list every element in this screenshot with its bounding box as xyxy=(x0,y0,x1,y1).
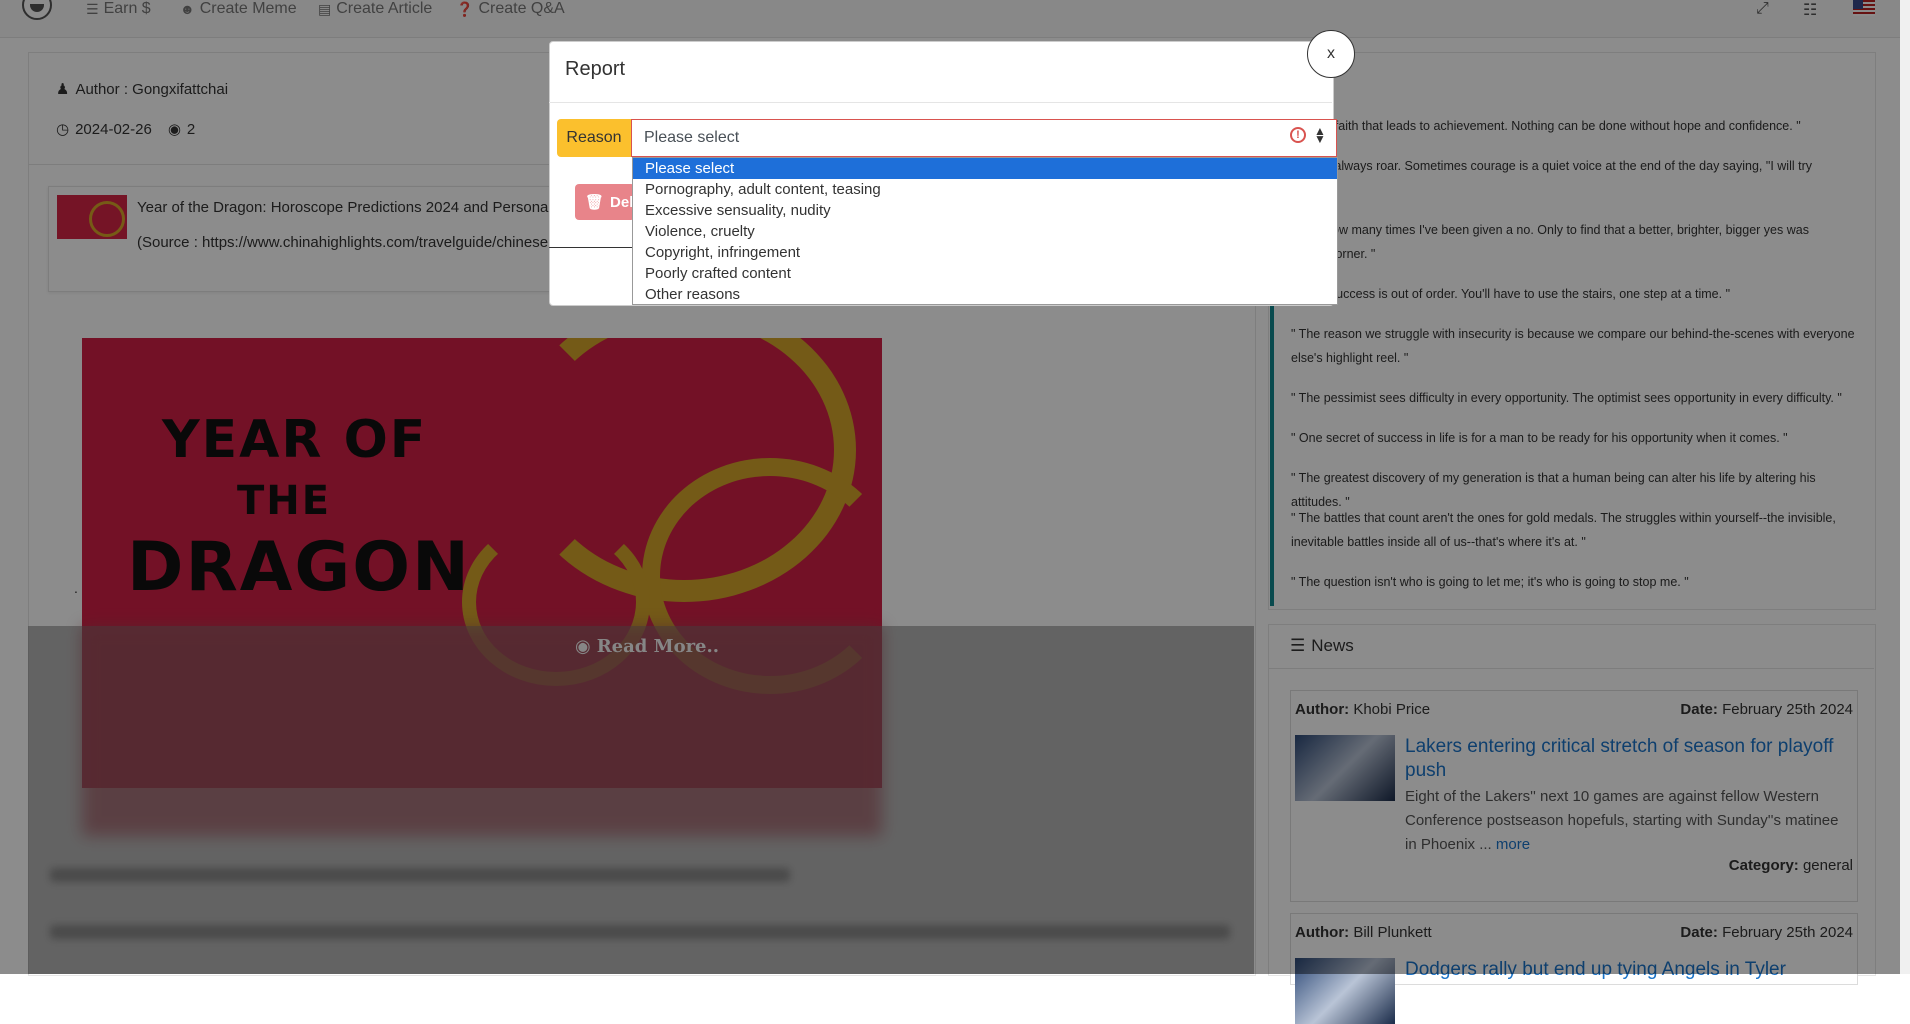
option-other[interactable]: Other reasons xyxy=(633,284,1337,305)
reason-dropdown-list: Please select Pornography, adult content… xyxy=(632,157,1338,305)
option-sensuality[interactable]: Excessive sensuality, nudity xyxy=(633,200,1337,221)
page-scrollbar[interactable] xyxy=(1900,0,1910,974)
delete-label: Del xyxy=(610,193,634,211)
validation-error-icon: ! xyxy=(1290,127,1306,143)
option-copyright[interactable]: Copyright, infringement xyxy=(633,242,1337,263)
option-poorly-crafted[interactable]: Poorly crafted content xyxy=(633,263,1337,284)
option-please-select[interactable]: Please select xyxy=(633,158,1337,179)
close-button[interactable]: x xyxy=(1307,30,1355,78)
modal-header-divider xyxy=(549,102,1332,103)
reason-selected-value: Please select xyxy=(644,129,740,146)
option-pornography[interactable]: Pornography, adult content, teasing xyxy=(633,179,1337,200)
option-violence[interactable]: Violence, cruelty xyxy=(633,221,1337,242)
select-arrows-icon: ▲ ▼ xyxy=(1314,124,1326,146)
modal-title: Report xyxy=(565,58,626,80)
delete-button[interactable]: 🗑 Del xyxy=(575,184,635,220)
trash-icon: 🗑 xyxy=(585,194,605,211)
reason-select[interactable]: Please select xyxy=(631,119,1337,157)
reason-label: Reason xyxy=(557,119,631,157)
